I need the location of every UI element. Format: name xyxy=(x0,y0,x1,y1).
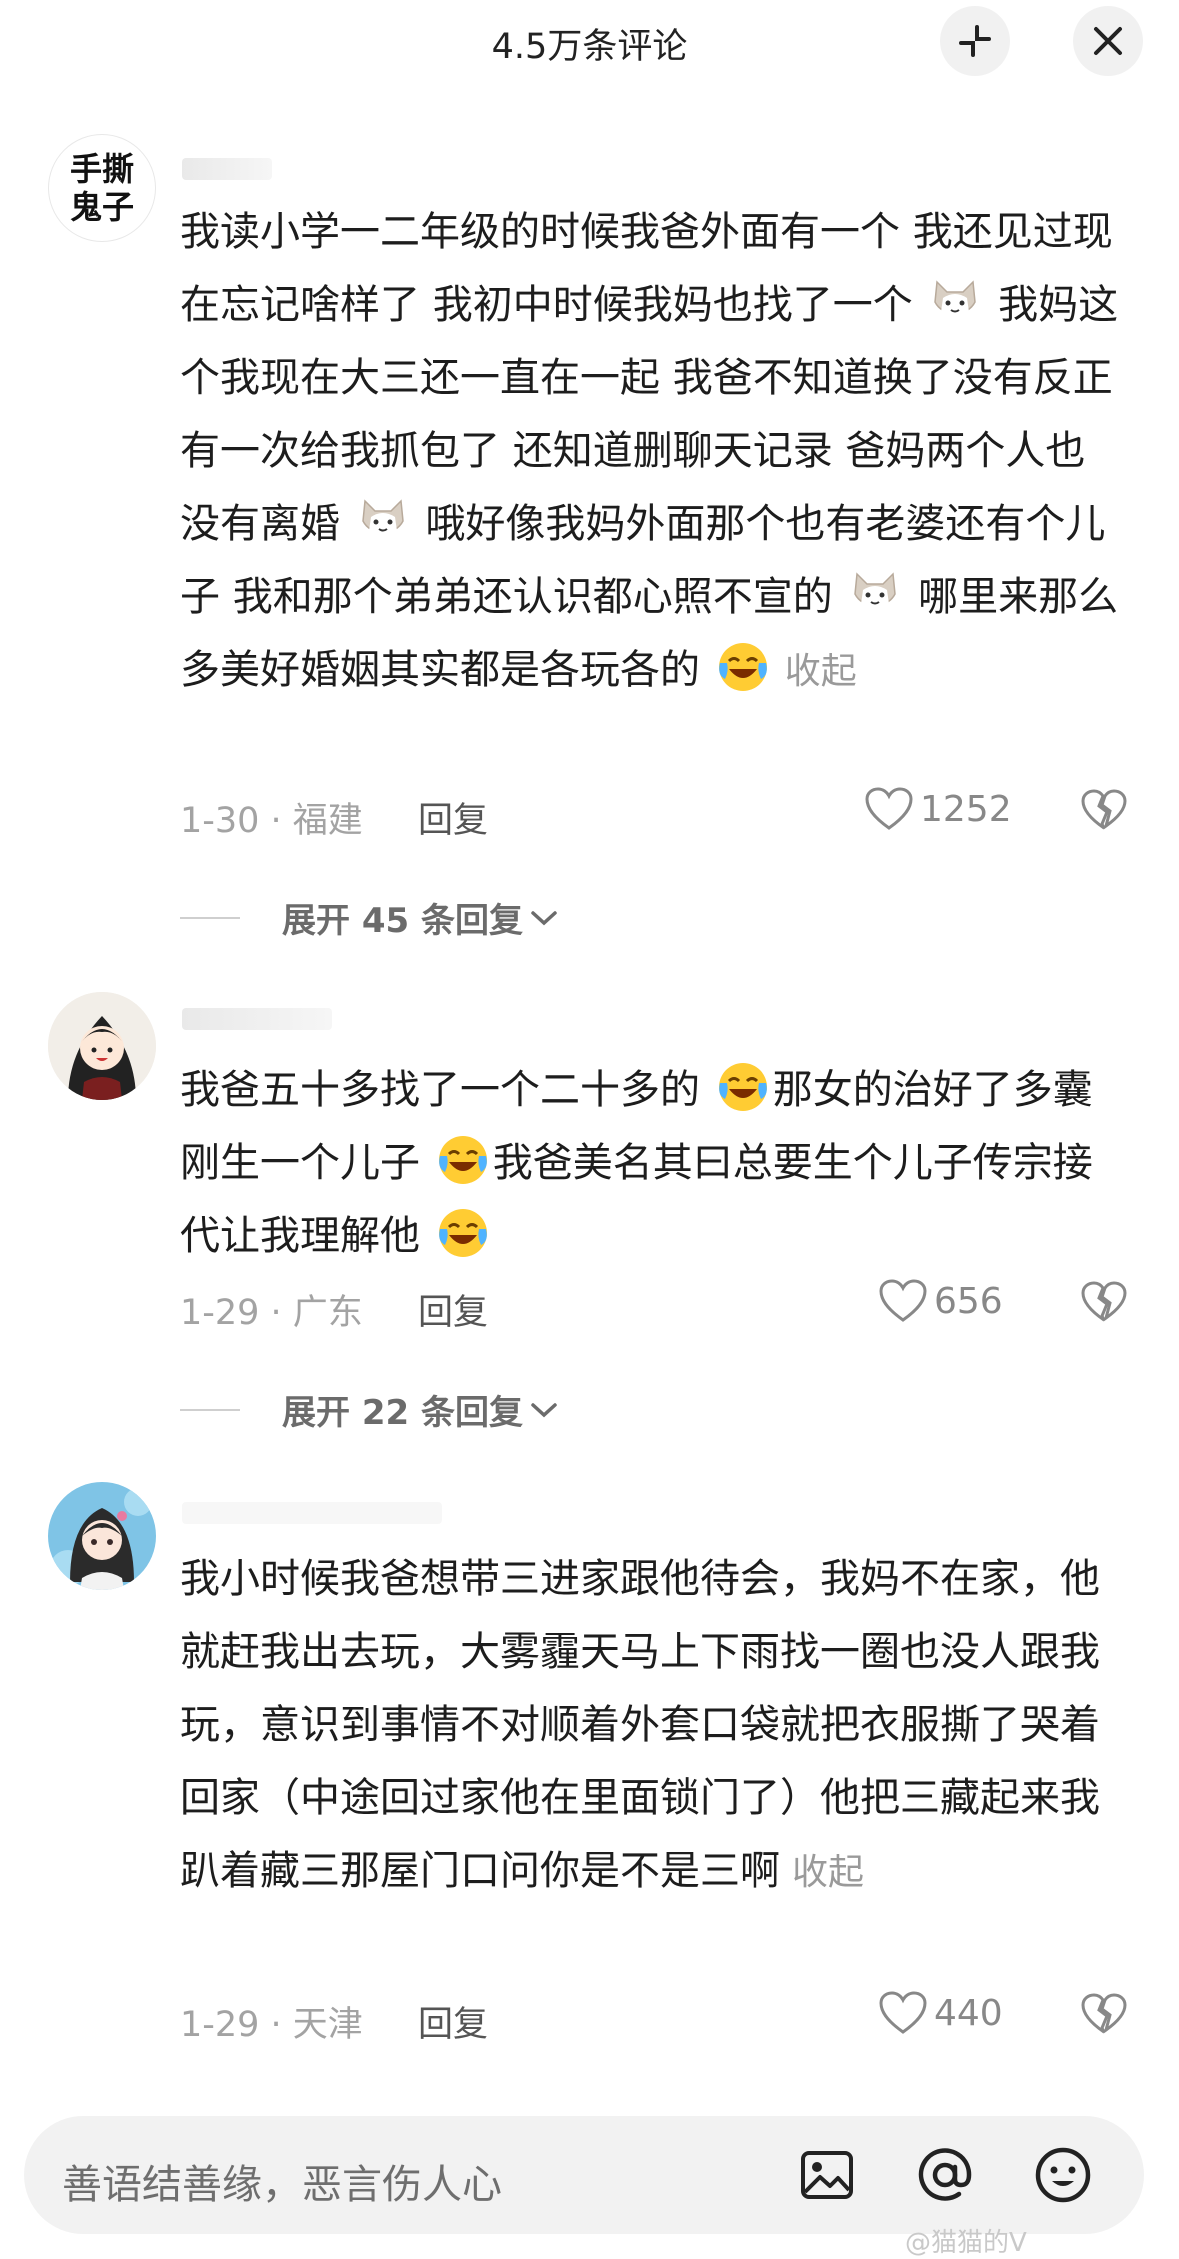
dislike-button[interactable] xyxy=(1080,1992,1128,2040)
like-count: 1252 xyxy=(920,788,1012,830)
image-icon xyxy=(801,2151,853,2199)
watermark: @猫猫的V xyxy=(905,2228,1027,2258)
heart-icon xyxy=(879,1279,927,1322)
username[interactable] xyxy=(182,1502,442,1524)
expand-replies-link[interactable]: 展开 45 条回复 xyxy=(180,893,561,942)
dislike-button[interactable] xyxy=(1080,1280,1128,1328)
comment-meta: 1-29 · 天津 xyxy=(180,2005,363,2045)
comment-meta: 1-30 · 福建 xyxy=(180,801,363,841)
cat-emoji-icon xyxy=(854,572,897,608)
reply-button[interactable]: 回复 xyxy=(418,1996,488,2047)
crying-laughing-emoji-icon xyxy=(438,1136,487,1184)
heart-icon xyxy=(865,787,913,830)
close-button[interactable] xyxy=(1073,6,1143,76)
like-button[interactable]: 440 xyxy=(878,1990,1003,2036)
like-count: 440 xyxy=(934,1992,1003,2034)
broken-heart-icon xyxy=(1081,789,1127,830)
chevron-down-icon xyxy=(531,1402,557,1417)
avatar-image xyxy=(48,1482,156,1590)
dislike-button[interactable] xyxy=(1080,788,1128,836)
broken-heart-icon xyxy=(1081,1281,1127,1322)
comment-text: 我小时候我爸想带三进家跟他待会，我妈不在家，他就赶我出去玩，大雾霾天马上下雨找一… xyxy=(180,1556,1100,1894)
chevron-down-icon xyxy=(531,910,557,925)
divider-line xyxy=(180,916,240,919)
comment-meta: 1-29 · 广东 xyxy=(180,1293,363,1333)
avatar[interactable] xyxy=(48,1482,156,1590)
collapse-link[interactable]: 收起 xyxy=(792,1852,864,1893)
expand-replies-label: 展开 22 条回复 xyxy=(282,1393,523,1433)
username[interactable] xyxy=(182,1008,332,1030)
expand-replies-label: 展开 45 条回复 xyxy=(282,901,523,941)
avatar[interactable] xyxy=(48,992,156,1100)
comment-text: 我读小学一二年级的时候我爸外面有一个 我还见过现在忘记啥样了 我初中时候我妈也找… xyxy=(180,209,1119,693)
emoji-button[interactable] xyxy=(1028,2140,1098,2210)
expand-icon xyxy=(959,25,991,57)
comments-header: 4.5万条评论 xyxy=(0,0,1179,82)
crying-laughing-emoji-icon xyxy=(438,1209,487,1257)
at-icon xyxy=(918,2148,972,2201)
crying-laughing-emoji-icon xyxy=(718,643,767,691)
smiley-icon xyxy=(1035,2147,1091,2203)
like-count: 656 xyxy=(934,1280,1003,1322)
divider-line xyxy=(180,1408,240,1411)
expand-button[interactable] xyxy=(940,6,1010,76)
heart-icon xyxy=(879,1991,927,2034)
mention-button[interactable] xyxy=(910,2140,980,2210)
reply-button[interactable]: 回复 xyxy=(418,792,488,843)
like-button[interactable]: 1252 xyxy=(864,786,1012,832)
image-button[interactable] xyxy=(792,2140,862,2210)
collapse-link[interactable]: 收起 xyxy=(785,651,857,692)
comment-input[interactable]: 善语结善缘，恶言伤人心 xyxy=(24,2116,1144,2234)
like-button[interactable]: 656 xyxy=(878,1278,1003,1324)
broken-heart-icon xyxy=(1081,1993,1127,2034)
avatar-image xyxy=(48,992,156,1100)
expand-replies-link[interactable]: 展开 22 条回复 xyxy=(180,1385,561,1434)
close-icon xyxy=(1094,27,1122,55)
cat-emoji-icon xyxy=(934,280,977,316)
avatar-text: 手撕鬼子 xyxy=(69,150,134,226)
comment-input-placeholder: 善语结善缘，恶言伤人心 xyxy=(62,2162,502,2208)
username[interactable] xyxy=(182,158,272,180)
avatar[interactable]: 手撕鬼子 xyxy=(48,134,156,242)
crying-laughing-emoji-icon xyxy=(718,1063,767,1111)
reply-button[interactable]: 回复 xyxy=(418,1284,488,1335)
cat-emoji-icon xyxy=(361,499,404,535)
comment-text: 我爸五十多找了一个二十多的 那女的治好了多囊刚生一个儿子 我爸美名其曰总要生个儿… xyxy=(180,1054,1125,1273)
